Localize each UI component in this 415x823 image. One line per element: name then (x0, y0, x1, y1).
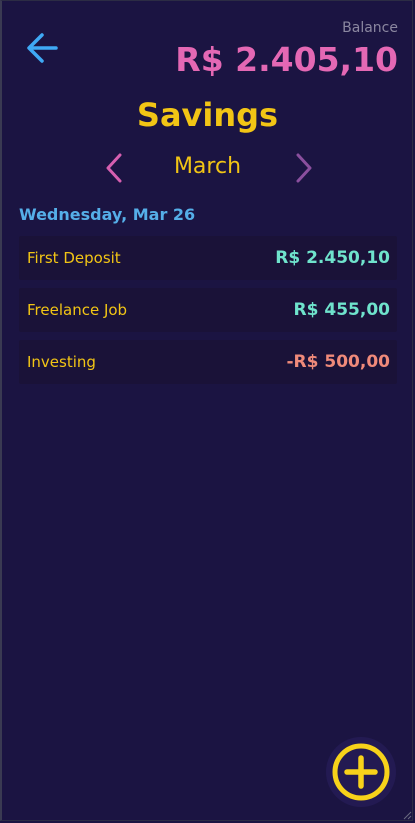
transaction-amount: -R$ 500,00 (286, 352, 391, 372)
transaction-amount: R$ 455,00 (293, 300, 390, 320)
transaction-name: Investing (27, 353, 96, 371)
transaction-row[interactable]: Investing -R$ 500,00 (19, 340, 397, 384)
transaction-amount: R$ 2.450,10 (275, 248, 390, 268)
transaction-name: First Deposit (27, 249, 121, 267)
balance-label: Balance (342, 20, 398, 36)
transaction-name: Freelance Job (27, 301, 128, 319)
month-label: March (173, 154, 242, 179)
month-navigator: March (0, 148, 415, 188)
page-title: Savings (136, 96, 279, 134)
balance-value: R$ 2.405,10 (175, 40, 398, 79)
back-button[interactable] (22, 30, 62, 66)
resize-grip-icon[interactable] (402, 810, 412, 820)
transaction-row[interactable]: Freelance Job R$ 455,00 (19, 288, 397, 332)
next-month-button[interactable] (288, 152, 318, 184)
transaction-row[interactable]: First Deposit R$ 2.450,10 (19, 236, 397, 280)
date-header: Wednesday, Mar 26 (19, 205, 196, 224)
transaction-list: First Deposit R$ 2.450,10 Freelance Job … (19, 236, 397, 392)
chevron-right-icon (296, 153, 312, 183)
add-transaction-button[interactable] (326, 737, 396, 807)
arrow-left-icon (27, 33, 58, 63)
plus-circle-icon (332, 743, 390, 801)
